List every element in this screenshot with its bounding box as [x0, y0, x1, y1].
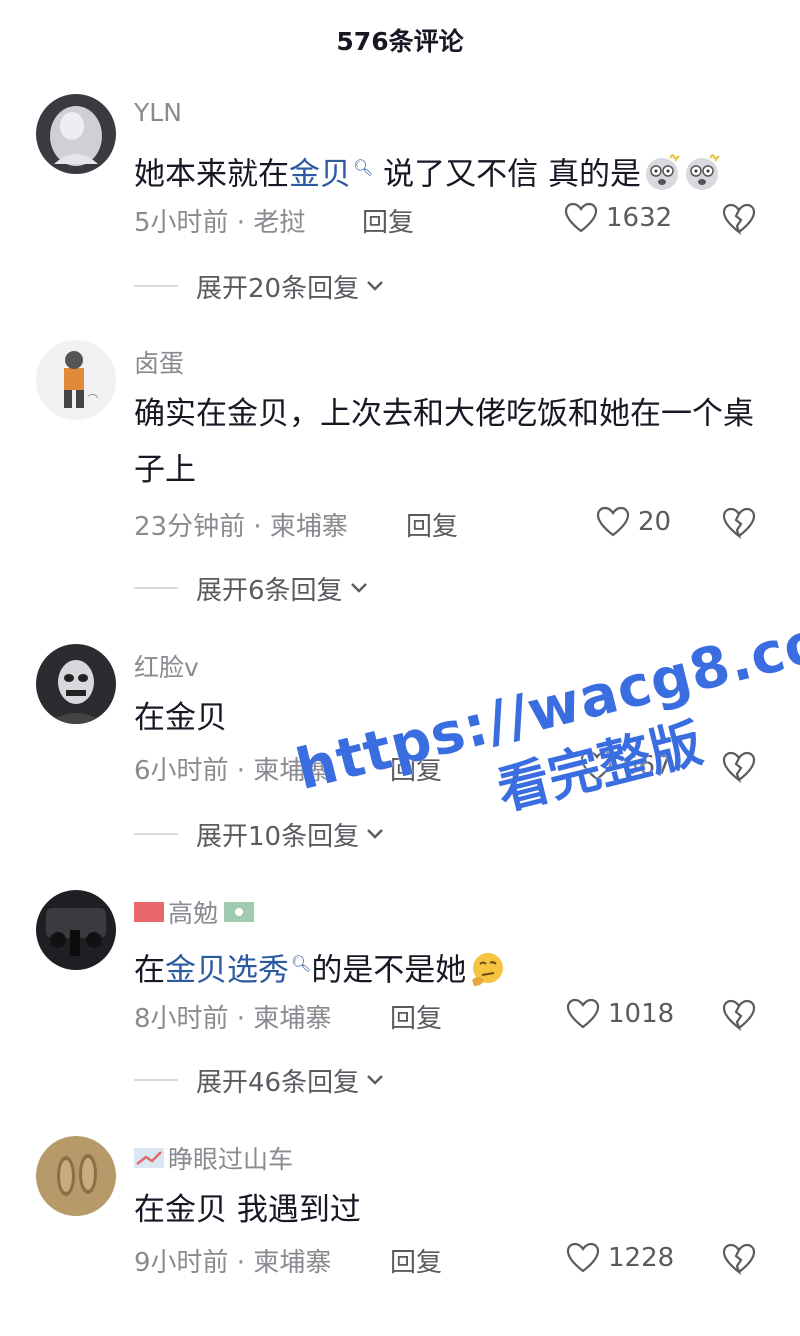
username-text: 高勉: [168, 899, 219, 928]
comment-text: 在金贝: [134, 700, 227, 736]
divider: [134, 587, 178, 589]
comment-username[interactable]: YLN: [134, 98, 182, 127]
expand-replies-button[interactable]: 展开20条回复: [134, 266, 634, 306]
chevron-down-icon: [367, 829, 383, 839]
comment-text: 在金贝选秀 🔍︎的是不是她: [134, 936, 754, 998]
broken-heart-icon: [722, 507, 756, 540]
expand-label: 展开20条回复: [196, 273, 360, 304]
like-button[interactable]: 1632: [564, 202, 672, 234]
expand-label: 展开46条回复: [196, 1067, 360, 1098]
flag-icon: [224, 902, 255, 922]
comment-item: 红脸v 在金贝 6小时前 · 柬埔寨 回复 667 展开10条回复: [0, 644, 800, 852]
like-button[interactable]: 1228: [566, 1242, 674, 1274]
like-count: 20: [638, 507, 672, 537]
heart-icon: [580, 750, 614, 781]
like-button[interactable]: 667: [580, 750, 672, 782]
reply-button[interactable]: 回复: [362, 202, 414, 239]
comment-username[interactable]: 红脸v: [134, 648, 199, 684]
comment-time: 23分钟前 · 柬埔寨: [134, 512, 348, 542]
dislike-button[interactable]: [722, 750, 756, 791]
username-text: 睁眼过山车: [168, 1145, 294, 1174]
comment-item: 卤蛋 确实在金贝，上次去和大佬吃饭和她在一个桌子上 23分钟前 · 柬埔寨 回复…: [0, 340, 800, 606]
expand-replies-button[interactable]: 展开10条回复: [134, 814, 634, 854]
thinking-emoji-icon: [468, 950, 506, 988]
like-count: 667: [622, 751, 672, 781]
page-title: 576条评论: [336, 27, 464, 56]
search-icon[interactable]: 🔍︎: [291, 936, 311, 992]
comment-meta: 23分钟前 · 柬埔寨 回复 20: [134, 506, 774, 546]
shocked-emoji-icon: [683, 154, 721, 192]
reply-button[interactable]: 回复: [390, 998, 442, 1035]
avatar[interactable]: [36, 1136, 116, 1216]
comment-time: 9小时前 · 柬埔寨: [134, 1248, 332, 1278]
comment-item: 睁眼过山车 在金贝 我遇到过 9小时前 · 柬埔寨 回复 1228: [0, 1136, 800, 1336]
comment-time: 5小时前 · 老挝: [134, 208, 306, 238]
divider: [134, 833, 178, 835]
comment-text: 在金贝 我遇到过: [134, 1192, 361, 1228]
reply-button[interactable]: 回复: [390, 750, 442, 787]
flag-icon: [134, 1148, 164, 1168]
dislike-button[interactable]: [722, 202, 756, 243]
comment-username[interactable]: 睁眼过山车: [134, 1140, 293, 1176]
broken-heart-icon: [722, 1243, 756, 1276]
avatar[interactable]: [36, 890, 116, 970]
comment-item: YLN 她本来就在金贝 🔍︎ 说了又不信 真的是 5小时前 · 老挝 回复 163…: [0, 94, 800, 304]
like-button[interactable]: 1018: [566, 998, 674, 1030]
heart-icon: [566, 998, 600, 1029]
comment-item: 高勉 在金贝选秀 🔍︎的是不是她 8小时前 · 柬埔寨 回复 1018 展开46条…: [0, 890, 800, 1098]
keyword-link[interactable]: 金贝选秀: [165, 952, 289, 988]
divider: [134, 1079, 178, 1081]
dislike-button[interactable]: [722, 506, 756, 547]
expand-replies-button[interactable]: 展开6条回复: [134, 568, 634, 608]
dislike-button[interactable]: [722, 1242, 756, 1283]
like-button[interactable]: 20: [596, 506, 671, 538]
dislike-button[interactable]: [722, 998, 756, 1039]
comment-username[interactable]: 高勉: [134, 894, 256, 930]
chevron-down-icon: [350, 583, 367, 593]
like-count: 1632: [606, 203, 673, 233]
comment-meta: 6小时前 · 柬埔寨 回复 667: [134, 750, 774, 790]
shocked-emoji-icon: [643, 154, 681, 192]
comment-text: 她本来就在金贝 🔍︎ 说了又不信 真的是: [134, 140, 754, 202]
chevron-down-icon: [367, 281, 383, 291]
broken-heart-icon: [722, 999, 756, 1032]
comment-time: 8小时前 · 柬埔寨: [134, 1004, 332, 1034]
expand-label: 展开6条回复: [196, 575, 343, 606]
comment-meta: 5小时前 · 老挝 回复 1632: [134, 202, 774, 242]
heart-icon: [566, 1242, 600, 1273]
search-icon[interactable]: 🔍︎: [353, 140, 373, 196]
divider: [134, 285, 178, 287]
keyword-link[interactable]: 金贝: [289, 156, 351, 192]
expand-replies-button[interactable]: 展开46条回复: [134, 1060, 634, 1100]
broken-heart-icon: [722, 203, 756, 236]
reply-button[interactable]: 回复: [390, 1242, 442, 1279]
expand-label: 展开10条回复: [196, 821, 360, 852]
reply-button[interactable]: 回复: [406, 506, 458, 543]
heart-icon: [596, 506, 630, 537]
chevron-down-icon: [367, 1075, 383, 1085]
flag-icon: [134, 902, 164, 922]
avatar[interactable]: [36, 340, 116, 420]
avatar[interactable]: [36, 644, 116, 724]
avatar[interactable]: [36, 94, 116, 174]
like-count: 1018: [608, 999, 675, 1029]
comment-text: 确实在金贝，上次去和大佬吃饭和她在一个桌子上: [134, 396, 754, 488]
like-count: 1228: [608, 1243, 675, 1273]
heart-icon: [564, 202, 598, 233]
broken-heart-icon: [722, 751, 756, 784]
comment-meta: 9小时前 · 柬埔寨 回复 1228: [134, 1242, 774, 1282]
comment-time: 6小时前 · 柬埔寨: [134, 756, 332, 786]
comment-username[interactable]: 卤蛋: [134, 344, 184, 380]
comment-meta: 8小时前 · 柬埔寨 回复 1018: [134, 998, 774, 1038]
